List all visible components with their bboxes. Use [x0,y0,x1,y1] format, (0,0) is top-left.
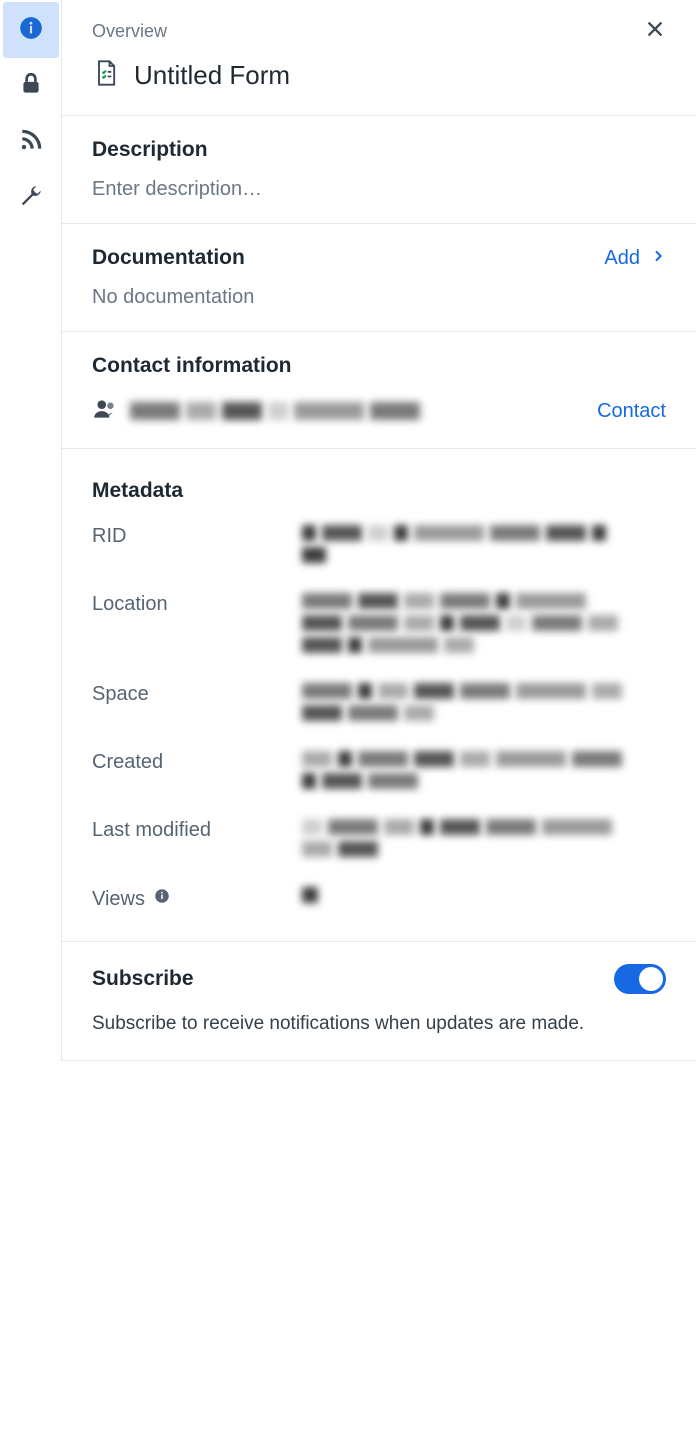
metadata-section: Metadata RID Location Space Created Last… [62,449,696,942]
add-label: Add [604,247,640,270]
info-icon[interactable] [153,887,171,911]
sidebar-rail [0,0,62,1061]
subscribe-section: Subscribe Subscribe to receive notificat… [62,942,696,1061]
metadata-heading: Metadata [92,479,666,503]
metadata-value-location [302,593,622,653]
documentation-empty: No documentation [92,286,666,309]
metadata-value-rid [302,525,622,563]
metadata-value-last-modified [302,819,622,857]
rail-item-info[interactable] [3,2,59,58]
close-icon [644,24,666,44]
subscribe-toggle[interactable] [614,964,666,994]
metadata-label-views: Views [92,887,302,911]
description-input[interactable]: Enter description… [92,178,666,201]
metadata-value-created [302,751,622,789]
documentation-section: Documentation Add No documentation [62,224,696,332]
header-section: Overview Untitled Form [62,0,696,116]
metadata-label-space: Space [92,683,302,721]
chevron-right-icon [650,247,666,270]
metadata-value-space [302,683,622,721]
metadata-label-created: Created [92,751,302,789]
metadata-label-location: Location [92,593,302,653]
rail-item-lock[interactable] [3,58,59,114]
add-documentation-button[interactable]: Add [604,247,666,270]
rail-item-settings[interactable] [3,170,59,226]
metadata-value-views [302,887,622,911]
people-icon [92,396,118,426]
wrench-icon [18,183,44,213]
metadata-label-last-modified: Last modified [92,819,302,857]
contact-section: Contact information Contact [62,332,696,449]
subscribe-description: Subscribe to receive notifications when … [92,1010,666,1038]
rss-icon [18,127,44,157]
overview-label: Overview [92,21,167,42]
form-icon [92,59,120,91]
close-button[interactable] [644,18,666,45]
description-section: Description Enter description… [62,116,696,224]
contact-heading: Contact information [92,354,666,378]
contact-value-redacted [130,402,585,420]
documentation-heading: Documentation [92,246,245,270]
lock-icon [18,71,44,101]
page-title[interactable]: Untitled Form [134,60,290,91]
description-heading: Description [92,138,666,162]
metadata-label-rid: RID [92,525,302,563]
subscribe-heading: Subscribe [92,967,194,991]
rail-item-rss[interactable] [3,114,59,170]
info-icon [18,15,44,45]
main-panel: Overview Untitled Form Description Enter… [62,0,696,1061]
contact-button[interactable]: Contact [597,400,666,423]
